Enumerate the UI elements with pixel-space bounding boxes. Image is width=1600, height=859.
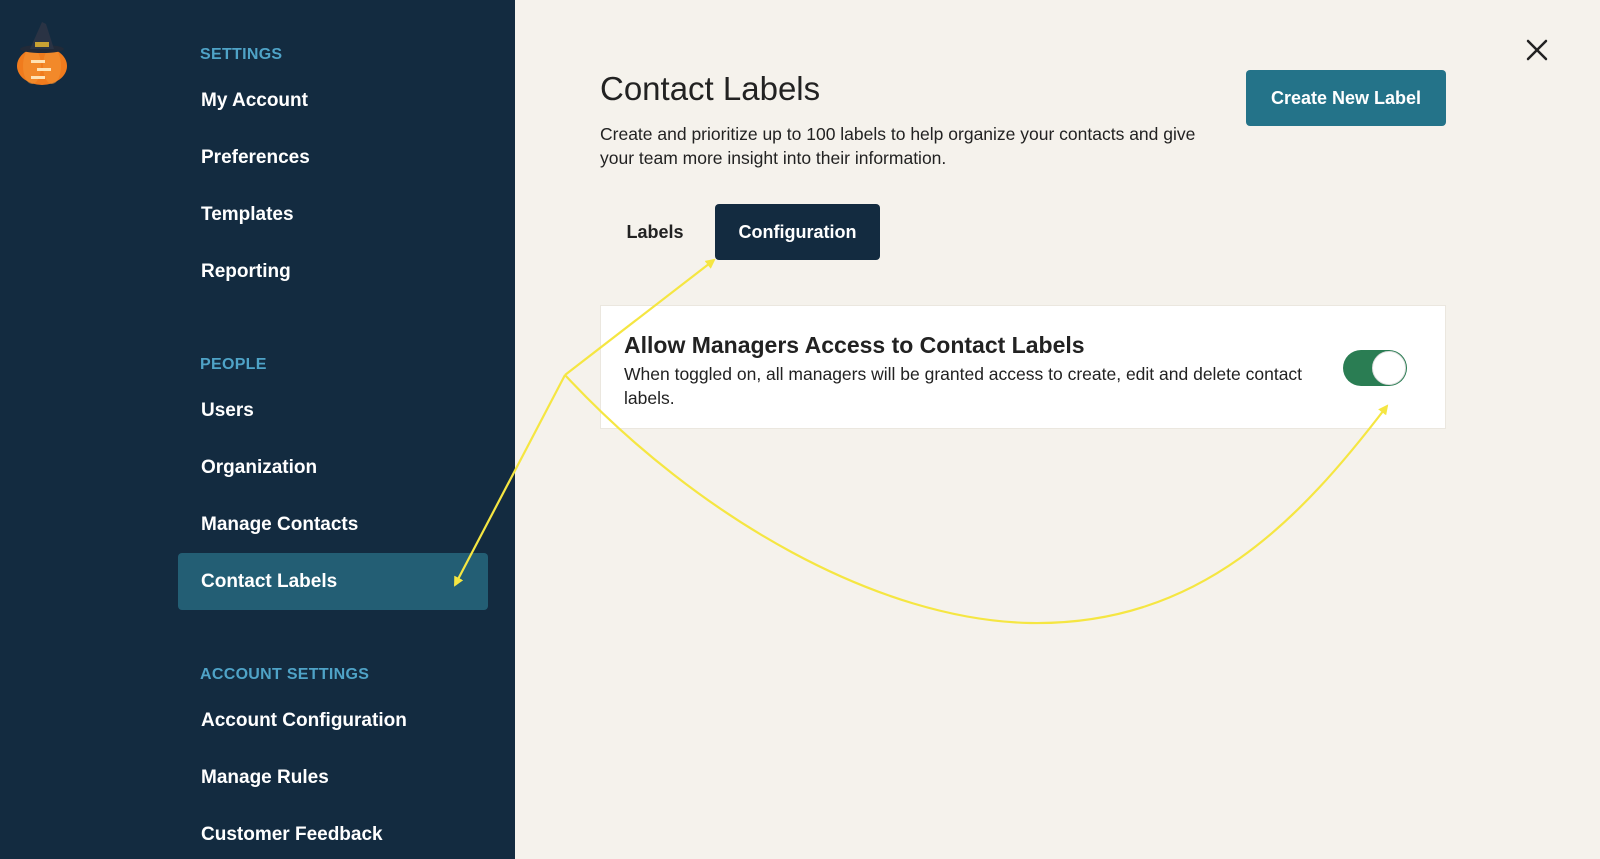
sidebar-nav: SETTINGS My Account Preferences Template…: [178, 38, 488, 859]
setting-description: When toggled on, all managers will be gr…: [624, 364, 1303, 408]
main-panel: Contact Labels Create and prioritize up …: [515, 0, 1600, 859]
toggle-knob: [1372, 351, 1406, 385]
close-icon[interactable]: [1522, 35, 1552, 65]
sidebar-item-preferences[interactable]: Preferences: [178, 129, 488, 186]
sidebar-item-manage-contacts[interactable]: Manage Contacts: [178, 496, 488, 553]
tab-labels[interactable]: Labels: [600, 204, 710, 260]
section-header-settings: SETTINGS: [200, 46, 283, 63]
section-header-account-settings: ACCOUNT SETTINGS: [200, 666, 370, 683]
setting-title: Allow Managers Access to Contact Labels: [624, 332, 1085, 358]
tab-configuration[interactable]: Configuration: [715, 204, 880, 260]
sidebar-item-my-account[interactable]: My Account: [178, 72, 488, 129]
sidebar-item-account-configuration[interactable]: Account Configuration: [178, 692, 488, 749]
sidebar-item-templates[interactable]: Templates: [178, 186, 488, 243]
section-header-people: PEOPLE: [200, 356, 267, 373]
page-title: Contact Labels: [600, 70, 821, 107]
create-new-label-button[interactable]: Create New Label: [1246, 70, 1446, 126]
sidebar: SETTINGS My Account Preferences Template…: [0, 0, 515, 859]
sidebar-item-users[interactable]: Users: [178, 382, 488, 439]
sidebar-item-reporting[interactable]: Reporting: [178, 243, 488, 300]
sidebar-item-organization[interactable]: Organization: [178, 439, 488, 496]
sidebar-item-contact-labels[interactable]: Contact Labels: [178, 553, 488, 610]
managers-access-toggle[interactable]: [1343, 350, 1407, 386]
sidebar-item-manage-rules[interactable]: Manage Rules: [178, 749, 488, 806]
sidebar-item-customer-feedback[interactable]: Customer Feedback: [178, 806, 488, 859]
pumpkin-logo-icon[interactable]: [14, 22, 70, 86]
page-subtitle: Create and prioritize up to 100 labels t…: [600, 124, 1196, 168]
setting-card: Allow Managers Access to Contact Labels …: [600, 305, 1446, 429]
